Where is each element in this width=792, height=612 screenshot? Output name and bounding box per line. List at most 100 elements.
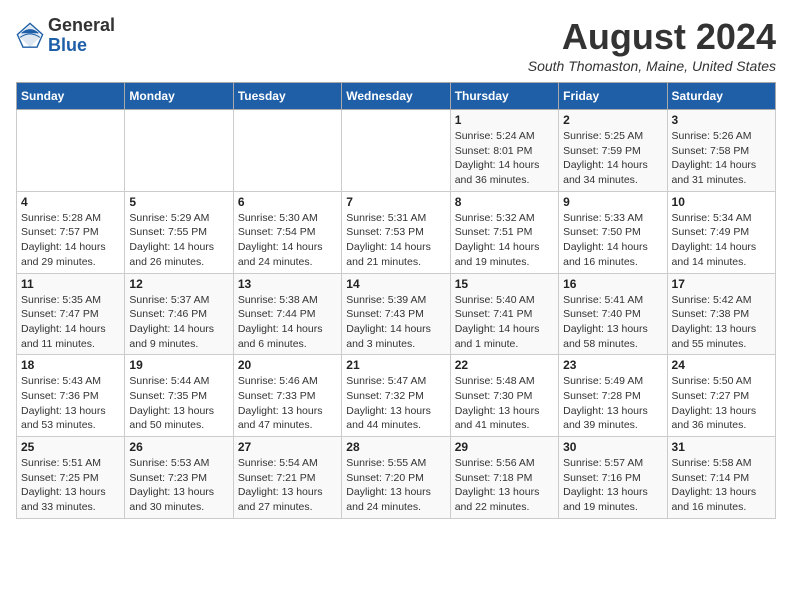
calendar-cell: 13 Sunrise: 5:38 AMSunset: 7:44 PMDayligh… — [233, 273, 341, 355]
day-number: 12 — [129, 277, 228, 291]
day-info: Sunrise: 5:53 AMSunset: 7:23 PMDaylight:… — [129, 456, 228, 515]
day-number: 5 — [129, 195, 228, 209]
calendar-cell: 18 Sunrise: 5:43 AMSunset: 7:36 PMDayligh… — [17, 355, 125, 437]
day-info: Sunrise: 5:24 AMSunset: 8:01 PMDaylight:… — [455, 129, 554, 188]
day-number: 6 — [238, 195, 337, 209]
day-info: Sunrise: 5:42 AMSunset: 7:38 PMDaylight:… — [672, 293, 771, 352]
weekday-header-monday: Monday — [125, 83, 233, 110]
day-number: 2 — [563, 113, 662, 127]
calendar-week-row: 25Sunrise: 5:51 AMSunset: 7:25 PMDayligh… — [17, 437, 776, 519]
day-number: 25 — [21, 440, 120, 454]
day-info: Sunrise: 5:38 AMSunset: 7:44 PMDaylight:… — [238, 293, 337, 352]
calendar-cell: 3 Sunrise: 5:26 AMSunset: 7:58 PMDaylight… — [667, 110, 775, 192]
calendar-week-row: 18 Sunrise: 5:43 AMSunset: 7:36 PMDayligh… — [17, 355, 776, 437]
day-number: 11 — [21, 277, 120, 291]
day-number: 20 — [238, 358, 337, 372]
day-number: 23 — [563, 358, 662, 372]
calendar-cell: 30 Sunrise: 5:57 AMSunset: 7:16 PMDayligh… — [559, 437, 667, 519]
day-number: 3 — [672, 113, 771, 127]
calendar-header-row: SundayMondayTuesdayWednesdayThursdayFrid… — [17, 83, 776, 110]
day-info: Sunrise: 5:48 AMSunset: 7:30 PMDaylight:… — [455, 374, 554, 433]
day-info: Sunrise: 5:28 AMSunset: 7:57 PMDaylight:… — [21, 211, 120, 270]
calendar-cell: 29Sunrise: 5:56 AMSunset: 7:18 PMDayligh… — [450, 437, 558, 519]
calendar-cell: 1 Sunrise: 5:24 AMSunset: 8:01 PMDaylight… — [450, 110, 558, 192]
calendar-cell — [125, 110, 233, 192]
day-info: Sunrise: 5:54 AMSunset: 7:21 PMDaylight:… — [238, 456, 337, 515]
calendar-week-row: 11 Sunrise: 5:35 AMSunset: 7:47 PMDayligh… — [17, 273, 776, 355]
day-number: 27 — [238, 440, 337, 454]
day-number: 17 — [672, 277, 771, 291]
weekday-header-wednesday: Wednesday — [342, 83, 450, 110]
day-number: 24 — [672, 358, 771, 372]
day-info: Sunrise: 5:31 AMSunset: 7:53 PMDaylight:… — [346, 211, 445, 270]
day-info: Sunrise: 5:55 AMSunset: 7:20 PMDaylight:… — [346, 456, 445, 515]
day-number: 29 — [455, 440, 554, 454]
calendar-cell: 2Sunrise: 5:25 AMSunset: 7:59 PMDaylight… — [559, 110, 667, 192]
calendar-cell: 14 Sunrise: 5:39 AMSunset: 7:43 PMDayligh… — [342, 273, 450, 355]
weekday-header-friday: Friday — [559, 83, 667, 110]
page-header: General Blue August 2024 South Thomaston… — [16, 16, 776, 74]
day-number: 13 — [238, 277, 337, 291]
day-info: Sunrise: 5:37 AMSunset: 7:46 PMDaylight:… — [129, 293, 228, 352]
day-info: Sunrise: 5:57 AMSunset: 7:16 PMDaylight:… — [563, 456, 662, 515]
title-block: August 2024 South Thomaston, Maine, Unit… — [528, 16, 776, 74]
calendar-cell: 8 Sunrise: 5:32 AMSunset: 7:51 PMDaylight… — [450, 191, 558, 273]
calendar-cell: 15 Sunrise: 5:40 AMSunset: 7:41 PMDayligh… — [450, 273, 558, 355]
day-number: 15 — [455, 277, 554, 291]
logo-icon — [16, 22, 44, 50]
day-info: Sunrise: 5:49 AMSunset: 7:28 PMDaylight:… — [563, 374, 662, 433]
calendar-cell: 6Sunrise: 5:30 AMSunset: 7:54 PMDaylight… — [233, 191, 341, 273]
calendar-cell — [342, 110, 450, 192]
day-info: Sunrise: 5:39 AMSunset: 7:43 PMDaylight:… — [346, 293, 445, 352]
day-info: Sunrise: 5:29 AMSunset: 7:55 PMDaylight:… — [129, 211, 228, 270]
day-info: Sunrise: 5:34 AMSunset: 7:49 PMDaylight:… — [672, 211, 771, 270]
day-number: 7 — [346, 195, 445, 209]
day-number: 22 — [455, 358, 554, 372]
day-number: 26 — [129, 440, 228, 454]
calendar-cell: 25Sunrise: 5:51 AMSunset: 7:25 PMDayligh… — [17, 437, 125, 519]
day-info: Sunrise: 5:47 AMSunset: 7:32 PMDaylight:… — [346, 374, 445, 433]
day-info: Sunrise: 5:58 AMSunset: 7:14 PMDaylight:… — [672, 456, 771, 515]
month-year: August 2024 — [528, 16, 776, 58]
calendar-cell: 22 Sunrise: 5:48 AMSunset: 7:30 PMDayligh… — [450, 355, 558, 437]
day-number: 19 — [129, 358, 228, 372]
calendar-cell: 28 Sunrise: 5:55 AMSunset: 7:20 PMDayligh… — [342, 437, 450, 519]
logo: General Blue — [16, 16, 115, 56]
logo-text: General Blue — [48, 16, 115, 56]
day-number: 18 — [21, 358, 120, 372]
calendar-cell: 5 Sunrise: 5:29 AMSunset: 7:55 PMDaylight… — [125, 191, 233, 273]
day-info: Sunrise: 5:26 AMSunset: 7:58 PMDaylight:… — [672, 129, 771, 188]
calendar-cell: 24Sunrise: 5:50 AMSunset: 7:27 PMDayligh… — [667, 355, 775, 437]
day-number: 14 — [346, 277, 445, 291]
calendar-cell: 12 Sunrise: 5:37 AMSunset: 7:46 PMDayligh… — [125, 273, 233, 355]
day-info: Sunrise: 5:32 AMSunset: 7:51 PMDaylight:… — [455, 211, 554, 270]
day-number: 21 — [346, 358, 445, 372]
day-info: Sunrise: 5:43 AMSunset: 7:36 PMDaylight:… — [21, 374, 120, 433]
weekday-header-saturday: Saturday — [667, 83, 775, 110]
weekday-header-sunday: Sunday — [17, 83, 125, 110]
day-info: Sunrise: 5:33 AMSunset: 7:50 PMDaylight:… — [563, 211, 662, 270]
day-number: 30 — [563, 440, 662, 454]
calendar-cell: 4 Sunrise: 5:28 AMSunset: 7:57 PMDaylight… — [17, 191, 125, 273]
day-number: 10 — [672, 195, 771, 209]
calendar-cell: 26 Sunrise: 5:53 AMSunset: 7:23 PMDayligh… — [125, 437, 233, 519]
day-number: 28 — [346, 440, 445, 454]
calendar-cell: 10 Sunrise: 5:34 AMSunset: 7:49 PMDayligh… — [667, 191, 775, 273]
day-number: 8 — [455, 195, 554, 209]
calendar-cell — [233, 110, 341, 192]
day-number: 9 — [563, 195, 662, 209]
calendar-cell: 16Sunrise: 5:41 AMSunset: 7:40 PMDayligh… — [559, 273, 667, 355]
location: South Thomaston, Maine, United States — [528, 58, 776, 74]
day-info: Sunrise: 5:40 AMSunset: 7:41 PMDaylight:… — [455, 293, 554, 352]
day-info: Sunrise: 5:41 AMSunset: 7:40 PMDaylight:… — [563, 293, 662, 352]
calendar-cell — [17, 110, 125, 192]
weekday-header-thursday: Thursday — [450, 83, 558, 110]
day-number: 31 — [672, 440, 771, 454]
calendar-cell: 11 Sunrise: 5:35 AMSunset: 7:47 PMDayligh… — [17, 273, 125, 355]
calendar-cell: 7 Sunrise: 5:31 AMSunset: 7:53 PMDaylight… — [342, 191, 450, 273]
calendar-cell: 20Sunrise: 5:46 AMSunset: 7:33 PMDayligh… — [233, 355, 341, 437]
day-info: Sunrise: 5:35 AMSunset: 7:47 PMDaylight:… — [21, 293, 120, 352]
day-number: 4 — [21, 195, 120, 209]
calendar-cell: 23 Sunrise: 5:49 AMSunset: 7:28 PMDayligh… — [559, 355, 667, 437]
day-number: 1 — [455, 113, 554, 127]
